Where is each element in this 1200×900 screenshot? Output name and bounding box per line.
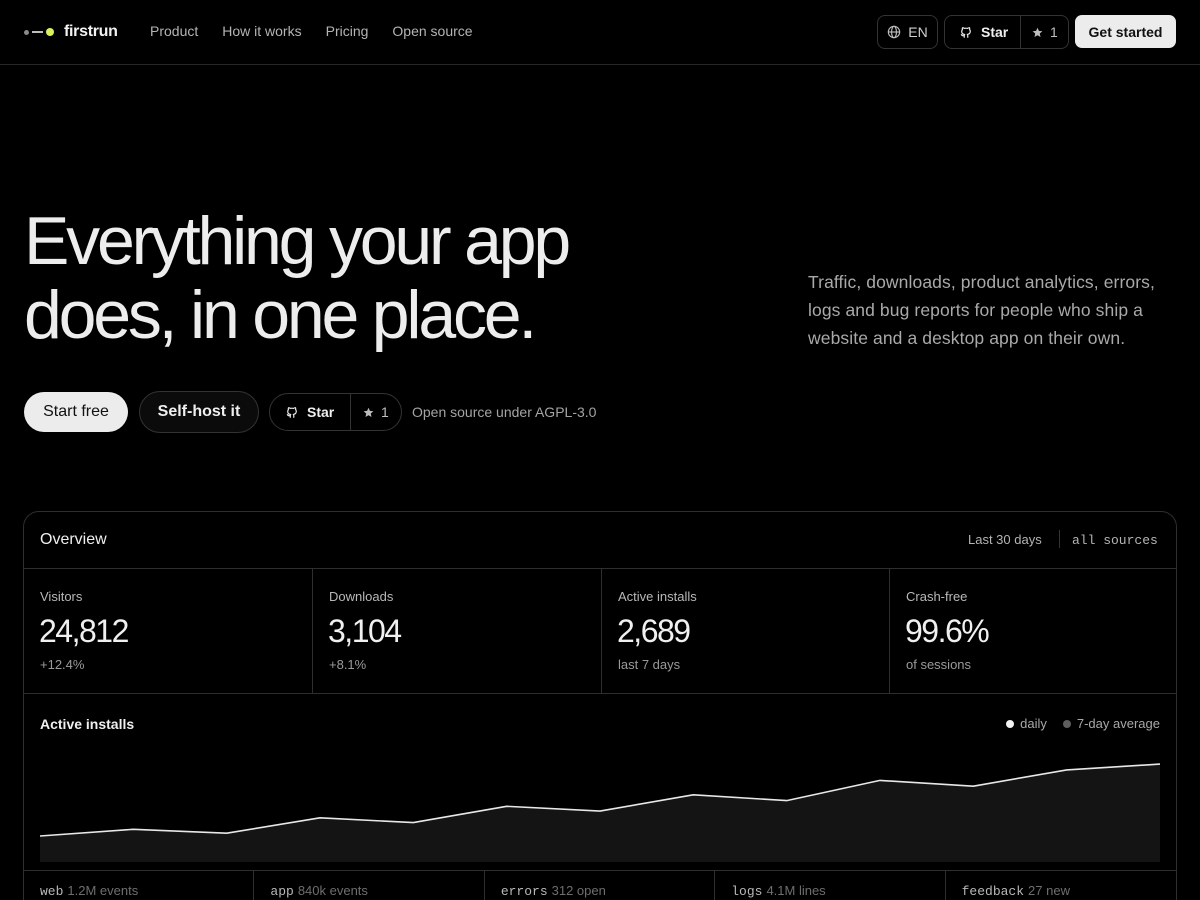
hero-star-count-value: 1 <box>381 404 389 420</box>
stat-value: 3,104 <box>328 613 402 649</box>
source-name: feedback <box>961 884 1025 899</box>
github-star-button[interactable]: Star <box>945 16 1021 48</box>
star-icon <box>1032 27 1043 37</box>
language-label: EN <box>908 24 928 40</box>
header-divider <box>1059 530 1060 548</box>
logo-accent-dot <box>46 28 54 36</box>
active-installs-chart <box>40 763 1160 862</box>
hero-github-star-label: Star <box>307 404 335 420</box>
hero-title: Everything your app does, in one place. <box>24 204 664 352</box>
source-count: 1.2M events <box>67 883 139 898</box>
source-count: 27 new <box>1028 883 1070 898</box>
stat-delta: +8.1% <box>329 657 367 672</box>
legend-label-7-day-average: 7-day average <box>1076 716 1160 731</box>
self-host-button[interactable]: Self-host it <box>139 391 259 433</box>
legend-item-daily[interactable]: daily <box>1006 716 1047 731</box>
language-button[interactable]: EN <box>877 15 938 49</box>
hero-subtitle: Traffic, downloads, product analytics, e… <box>808 272 1155 348</box>
get-started-button[interactable]: Get started <box>1075 15 1176 48</box>
hero-title-line-2: does, in one place. <box>24 277 537 353</box>
github-star-group: Star 1 <box>944 15 1069 49</box>
stat-label: Downloads <box>329 589 394 604</box>
source-logs[interactable]: logs 4.1M lines <box>715 871 946 900</box>
date-range-selector[interactable]: Last 30 days <box>968 532 1042 547</box>
legend-item-7-day-average[interactable]: 7-day average <box>1062 716 1160 731</box>
logo-mark-icon <box>24 28 54 36</box>
github-icon <box>960 27 971 38</box>
nav-link-how-it-works[interactable]: How it works <box>222 23 301 39</box>
stat-delta: last 7 days <box>618 657 681 672</box>
license-note: Open source under AGPL-3.0 <box>412 404 597 420</box>
stat-card-downloads[interactable]: Downloads 3,104 +8.1% <box>313 569 602 693</box>
stats-row: Visitors 24,812 +12.4% Downloads 3,104 +… <box>24 569 1176 694</box>
overview-header: Overview Last 30 days all sources <box>24 512 1176 569</box>
source-name: app <box>270 884 294 899</box>
source-app[interactable]: app 840k events <box>254 871 485 900</box>
top-nav: firstrun Product How it works Pricing Op… <box>0 0 1200 65</box>
globe-icon <box>888 25 901 39</box>
github-star-count[interactable]: 1 <box>1021 16 1068 48</box>
stat-value: 24,812 <box>39 613 129 649</box>
source-name: web <box>40 884 64 899</box>
start-free-button[interactable]: Start free <box>24 392 128 432</box>
chart-legend: daily 7-day average <box>1006 716 1160 731</box>
brand-name: firstrun <box>64 23 118 40</box>
hero-title-line-1: Everything your app <box>24 203 571 279</box>
nav-link-product[interactable]: Product <box>150 23 198 39</box>
source-count: 840k events <box>297 883 368 898</box>
source-strip: web 1.2M events app 840k events errors 312 … <box>24 870 1176 900</box>
stat-card-crash-free[interactable]: Crash-free 99.6% of sessions <box>890 569 1176 693</box>
stat-label: Visitors <box>40 589 83 604</box>
source-web[interactable]: web 1.2M events <box>24 871 255 900</box>
stat-label: Active installs <box>618 589 697 604</box>
source-feedback[interactable]: feedback 27 new <box>946 871 1176 900</box>
brand-logo[interactable]: firstrun <box>24 20 118 44</box>
overview-panel: Overview Last 30 days all sources Visito… <box>23 511 1177 900</box>
overview-title: Overview <box>40 531 107 548</box>
legend-swatch-7-day-average <box>1062 719 1071 728</box>
sources-filter[interactable]: all sources <box>1072 533 1158 548</box>
hero-github-star-button[interactable]: Star <box>270 394 351 430</box>
nav-link-pricing[interactable]: Pricing <box>326 23 369 39</box>
hero-github-star-count[interactable]: 1 <box>351 394 401 430</box>
chart-title: Active installs <box>40 716 135 732</box>
chart-area-daily <box>40 764 1160 862</box>
stat-value: 2,689 <box>617 613 691 649</box>
stat-card-active-installs[interactable]: Active installs 2,689 last 7 days <box>602 569 890 693</box>
nav-links: Product How it works Pricing Open source <box>150 23 473 39</box>
nav-link-open-source[interactable]: Open source <box>392 23 472 39</box>
stat-label: Crash-free <box>906 589 968 604</box>
hero-github-star-group: Star 1 <box>269 393 402 431</box>
source-count: 312 open <box>551 883 606 898</box>
source-count: 4.1M lines <box>766 883 826 898</box>
source-name: errors <box>500 884 548 899</box>
star-count-value: 1 <box>1050 24 1058 40</box>
github-icon <box>286 407 297 418</box>
star-icon <box>363 407 374 417</box>
source-name: logs <box>731 884 763 899</box>
source-errors[interactable]: errors 312 open <box>485 871 716 900</box>
github-star-label: Star <box>981 24 1009 40</box>
stat-value: 99.6% <box>905 613 990 649</box>
stat-card-visitors[interactable]: Visitors 24,812 +12.4% <box>24 569 313 693</box>
legend-swatch-daily <box>1006 719 1015 728</box>
stat-delta: +12.4% <box>40 657 85 672</box>
stat-delta: of sessions <box>906 657 972 672</box>
legend-label-daily: daily <box>1020 716 1047 731</box>
